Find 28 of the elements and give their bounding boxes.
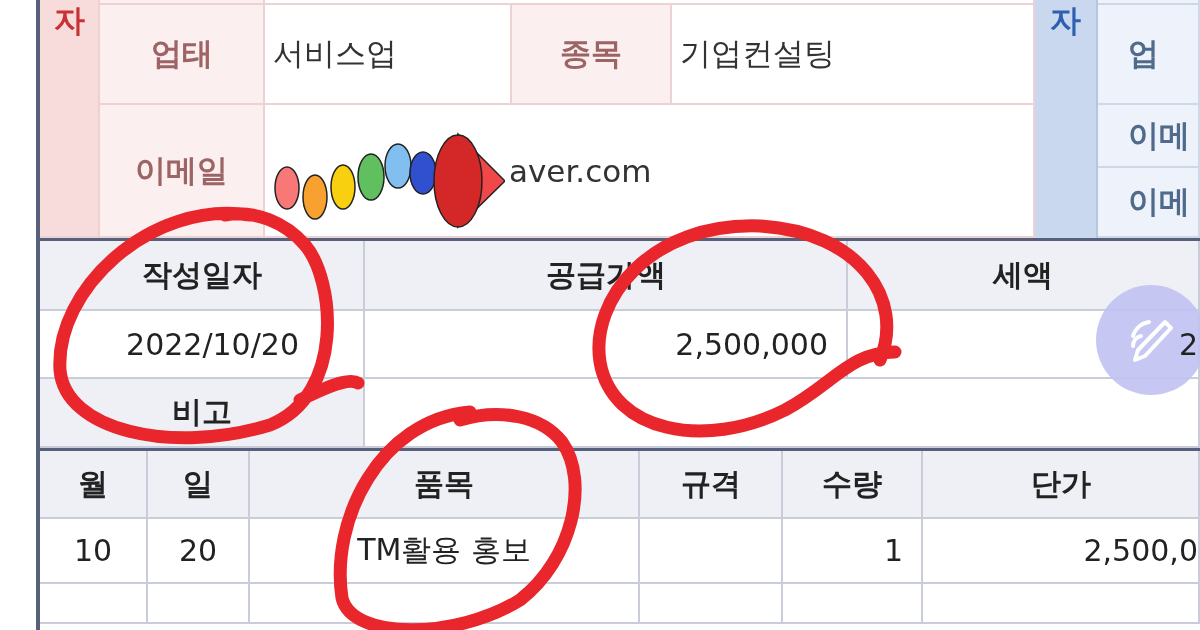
column-header: 월 bbox=[78, 464, 108, 503]
field-label: 이메일 bbox=[135, 150, 228, 190]
column-header: 세액 bbox=[993, 255, 1053, 294]
field-label: 이메 bbox=[1128, 115, 1190, 155]
table-cell-text: TM활용 홍보 bbox=[357, 531, 531, 569]
column-header: 규격 bbox=[680, 464, 741, 503]
column-header: 작성일자 bbox=[141, 255, 262, 294]
field-label: 이메 bbox=[1128, 182, 1190, 221]
table-cell: 2,500,0 bbox=[1083, 533, 1198, 568]
column-header: 수량 bbox=[822, 464, 882, 503]
table-cell: 1 bbox=[883, 533, 903, 568]
column-header: 단가 bbox=[1030, 464, 1091, 503]
table-cell: 2022/10/20 bbox=[126, 326, 299, 362]
table-cell: 10 bbox=[73, 533, 113, 568]
field-label: 종목 bbox=[560, 34, 622, 73]
row-header: 비고 bbox=[171, 393, 232, 431]
table-cell: 20 bbox=[178, 533, 218, 568]
column-header: 일 bbox=[183, 464, 213, 503]
field-label: 업 bbox=[1128, 34, 1159, 73]
field-label: 업태 bbox=[150, 34, 213, 73]
field-value: 서비스업 bbox=[273, 34, 397, 73]
email-value: aver.com bbox=[509, 152, 652, 189]
section-label: 자 bbox=[1050, 1, 1081, 40]
section-label: 자 bbox=[53, 1, 85, 40]
column-header: 품목 bbox=[414, 464, 474, 503]
field-value: 기업컨설팅 bbox=[680, 34, 835, 73]
table-cell: 2 bbox=[1178, 326, 1198, 362]
table-cell: 2,500,000 bbox=[675, 326, 828, 362]
